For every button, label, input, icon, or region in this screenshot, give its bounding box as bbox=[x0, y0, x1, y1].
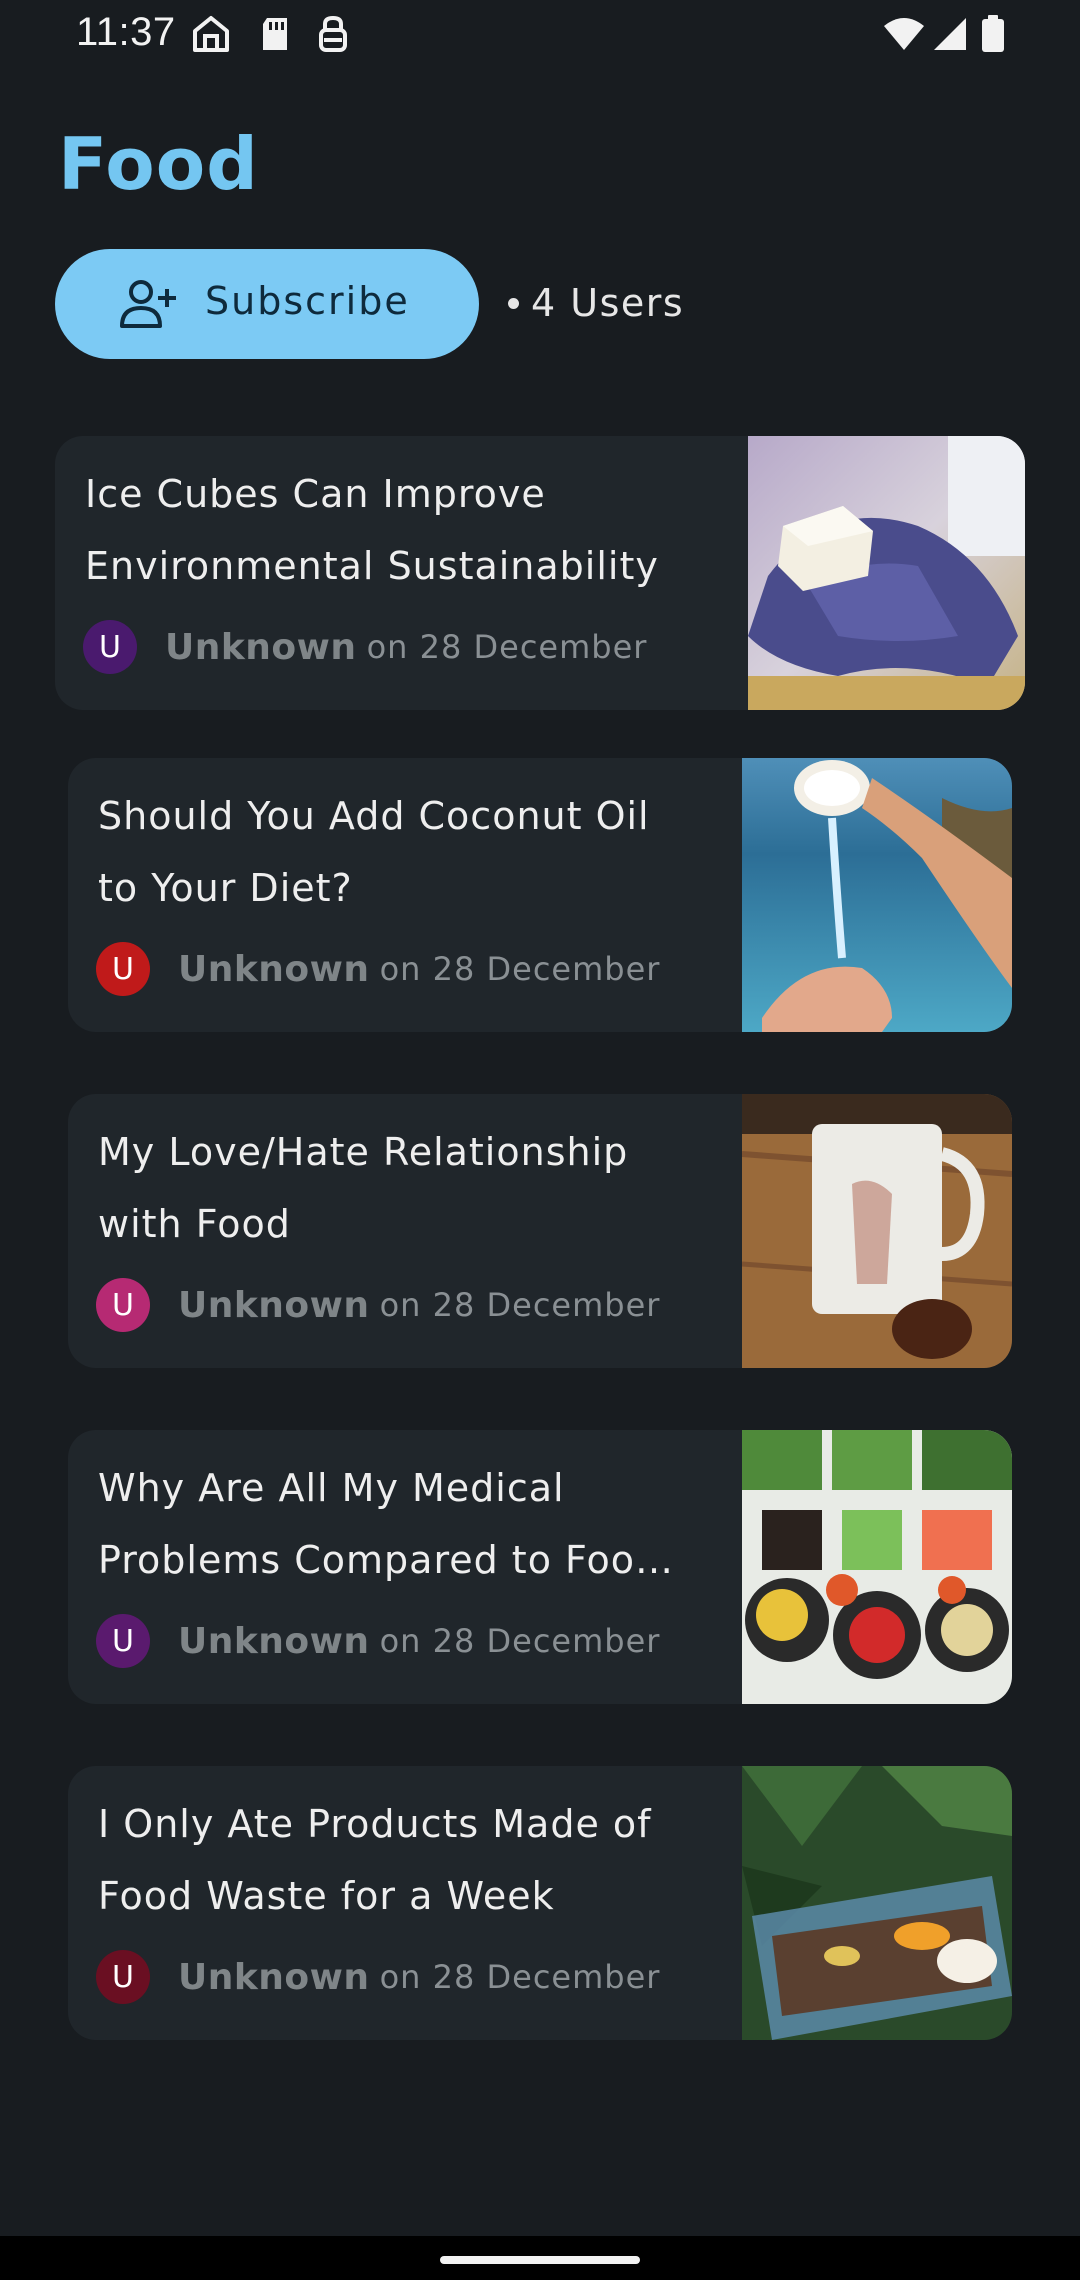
vpn-key-icon bbox=[319, 15, 347, 52]
bullet-dot bbox=[508, 297, 519, 309]
status-time: 11:37 bbox=[76, 10, 176, 54]
post-title: Ice Cubes Can Improve Environmental Sust… bbox=[85, 458, 659, 602]
post-title-line-2: Problems Compared to Foo… bbox=[98, 1538, 675, 1582]
post-date: on 28 December bbox=[379, 950, 661, 988]
sd-card-icon bbox=[263, 18, 287, 50]
post-title: I Only Ate Products Made of Food Waste f… bbox=[98, 1788, 652, 1932]
subscribe-button[interactable]: Subscribe bbox=[55, 249, 479, 359]
post-thumbnail bbox=[742, 1094, 1012, 1368]
post-card-3[interactable]: My Love/Hate Relationship with Food U Un… bbox=[68, 1094, 1012, 1368]
post-meta: U Unknown on 28 December bbox=[83, 620, 647, 674]
signal-icon bbox=[934, 18, 966, 50]
post-date: on 28 December bbox=[366, 628, 648, 666]
post-thumbnail bbox=[742, 1430, 1012, 1704]
screen: 11:37 Food Subscribe 4 Users Ice Cubes C… bbox=[0, 0, 1080, 2280]
author-name: Unknown bbox=[165, 626, 357, 668]
post-card-1[interactable]: Ice Cubes Can Improve Environmental Sust… bbox=[55, 436, 1025, 710]
users-count-label: 4 Users bbox=[531, 281, 685, 325]
post-card-2[interactable]: Should You Add Coconut Oil to Your Diet?… bbox=[68, 758, 1012, 1032]
users-count: 4 Users bbox=[508, 281, 684, 325]
author-name: Unknown bbox=[178, 1284, 370, 1326]
avatar: U bbox=[83, 620, 137, 674]
post-card-4[interactable]: Why Are All My Medical Problems Compared… bbox=[68, 1430, 1012, 1704]
post-title: Should You Add Coconut Oil to Your Diet? bbox=[98, 780, 650, 924]
post-title-line-1: Should You Add Coconut Oil bbox=[98, 794, 650, 838]
author-name: Unknown bbox=[178, 948, 370, 990]
post-meta: U Unknown on 28 December bbox=[96, 1278, 660, 1332]
post-title-line-2: Environmental Sustainability bbox=[85, 544, 659, 588]
battery-icon bbox=[982, 15, 1004, 52]
post-meta: U Unknown on 28 December bbox=[96, 942, 660, 996]
home-icon bbox=[193, 16, 229, 52]
post-title-line-1: I Only Ate Products Made of bbox=[98, 1802, 652, 1846]
post-date: on 28 December bbox=[379, 1286, 661, 1324]
author-name: Unknown bbox=[178, 1620, 370, 1662]
post-title-line-1: Why Are All My Medical bbox=[98, 1466, 565, 1510]
post-meta: U Unknown on 28 December bbox=[96, 1614, 660, 1668]
post-meta: U Unknown on 28 December bbox=[96, 1950, 660, 2004]
status-bar: 11:37 bbox=[0, 0, 1080, 70]
add-person-icon bbox=[120, 280, 176, 328]
post-date: on 28 December bbox=[379, 1622, 661, 1660]
post-title-line-1: My Love/Hate Relationship bbox=[98, 1130, 629, 1174]
post-card-5[interactable]: I Only Ate Products Made of Food Waste f… bbox=[68, 1766, 1012, 2040]
post-title: My Love/Hate Relationship with Food bbox=[98, 1116, 628, 1260]
author-name: Unknown bbox=[178, 1956, 370, 1998]
avatar: U bbox=[96, 942, 150, 996]
post-thumbnail bbox=[742, 758, 1012, 1032]
post-title-line-2: Food Waste for a Week bbox=[98, 1874, 555, 1918]
subscribe-label: Subscribe bbox=[205, 279, 410, 323]
avatar: U bbox=[96, 1614, 150, 1668]
post-thumbnail bbox=[742, 1766, 1012, 2040]
post-title: Why Are All My Medical Problems Compared… bbox=[98, 1452, 674, 1596]
post-title-line-1: Ice Cubes Can Improve bbox=[85, 472, 546, 516]
post-title-line-2: to Your Diet? bbox=[98, 866, 353, 910]
home-indicator[interactable] bbox=[440, 2256, 640, 2264]
avatar: U bbox=[96, 1278, 150, 1332]
page-title: Food bbox=[58, 122, 259, 206]
post-date: on 28 December bbox=[379, 1958, 661, 1996]
post-thumbnail bbox=[748, 436, 1025, 710]
post-title-line-2: with Food bbox=[98, 1202, 291, 1246]
avatar: U bbox=[96, 1950, 150, 2004]
wifi-icon bbox=[884, 18, 924, 50]
